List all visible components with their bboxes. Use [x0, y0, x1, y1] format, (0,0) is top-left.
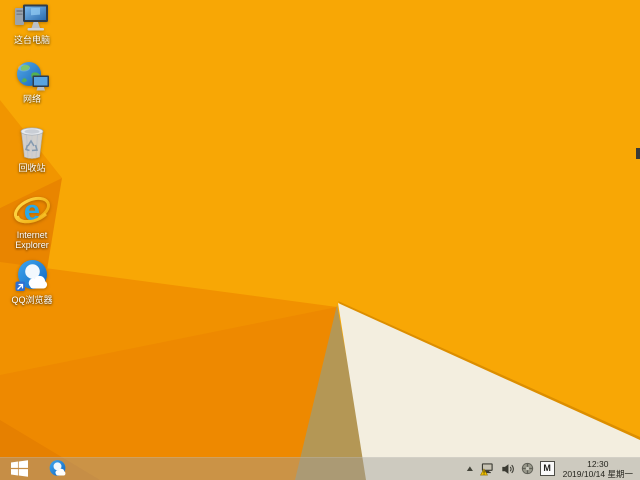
qq-browser-icon [15, 258, 50, 293]
qq-browser-icon [48, 459, 67, 478]
clock-date: 2019/10/14 星期一 [562, 468, 633, 479]
desktop-icon-internet-explorer[interactable]: e Internet Explorer [1, 192, 63, 250]
screen-artifact [636, 148, 640, 159]
wallpaper [0, 0, 640, 480]
recycle-bin-icon [17, 125, 47, 161]
taskbar-clock[interactable]: 12:30 2019/10/14 星期一 [561, 459, 635, 479]
start-button[interactable] [4, 457, 34, 480]
clock-time: 12:30 [587, 458, 609, 469]
target-utility-icon[interactable] [521, 462, 534, 475]
taskbar-pinned-qq-browser[interactable] [44, 457, 70, 480]
desktop-icon-network[interactable]: 网络 [1, 61, 63, 104]
network-icon [15, 61, 50, 92]
desktop-icon-this-pc[interactable]: 这台电脑 [1, 2, 63, 45]
internet-explorer-icon: e [12, 192, 52, 228]
volume-icon[interactable] [501, 462, 515, 476]
this-pc-icon [14, 2, 50, 33]
desktop-icon-label: 这台电脑 [13, 35, 50, 45]
system-tray: ▲ M 12:30 2019/10/14 星期一 [464, 457, 640, 480]
desktop-icon-label: QQ浏览器 [11, 295, 53, 305]
desktop-icon-label: Internet Explorer [15, 230, 49, 250]
network-warning-icon[interactable] [479, 461, 495, 476]
ime-indicator[interactable]: M [539, 461, 555, 476]
desktop-icon-qq-browser[interactable]: QQ浏览器 [1, 258, 63, 305]
desktop-icon-label: 回收站 [18, 163, 46, 173]
desktop[interactable]: 这台电脑 网络 回收站 e Internet Explorer QQ浏览器 ▲ … [0, 0, 640, 480]
desktop-icon-recycle-bin[interactable]: 回收站 [1, 125, 63, 173]
desktop-icon-label: 网络 [22, 94, 41, 104]
show-hidden-icons-button[interactable]: ▲ [464, 457, 474, 480]
windows-logo-icon [10, 460, 28, 477]
taskbar: ▲ M 12:30 2019/10/14 星期一 [0, 457, 640, 480]
